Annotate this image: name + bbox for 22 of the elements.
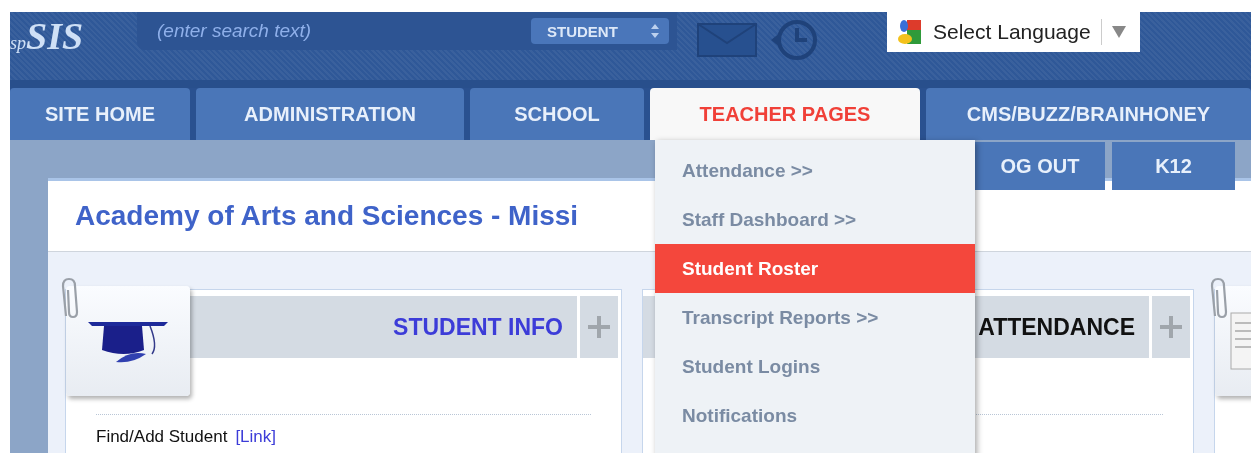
- search-field[interactable]: (enter search text) STUDENT: [137, 12, 677, 50]
- menu-item[interactable]: Student Roster: [655, 244, 975, 293]
- menu-item[interactable]: Staff Dashboard >>: [655, 195, 975, 244]
- nav-button[interactable]: OG OUT: [975, 142, 1105, 190]
- menu-item[interactable]: Attendance >>: [655, 146, 975, 195]
- logo: spSIS: [10, 14, 85, 58]
- menu-item[interactable]: Student Logins: [655, 342, 975, 391]
- school-title: Academy of Arts and Sciences - Missi: [75, 200, 579, 232]
- panel-title: ATTENDANCE: [978, 313, 1135, 341]
- scope-select[interactable]: STUDENT: [531, 18, 669, 44]
- panel-title[interactable]: STUDENT INFO: [393, 313, 563, 341]
- language-select[interactable]: Select Language: [887, 12, 1140, 52]
- menu-item[interactable]: Notifications: [655, 391, 975, 440]
- nav-tab[interactable]: SCHOOL: [470, 88, 644, 140]
- nav-button[interactable]: K12: [1112, 142, 1235, 190]
- row-link[interactable]: [Link]: [235, 427, 276, 447]
- menu-item[interactable]: Transcript Reports >>: [655, 293, 975, 342]
- nav-tab[interactable]: ADMINISTRATION: [196, 88, 464, 140]
- row-label: Find/Add Student: [96, 427, 228, 447]
- nav-tab[interactable]: TEACHER PAGES: [650, 88, 920, 140]
- nav-tab[interactable]: CMS/BUZZ/BRAINHONEY: [926, 88, 1251, 140]
- nav-tab[interactable]: SITE HOME: [10, 88, 190, 140]
